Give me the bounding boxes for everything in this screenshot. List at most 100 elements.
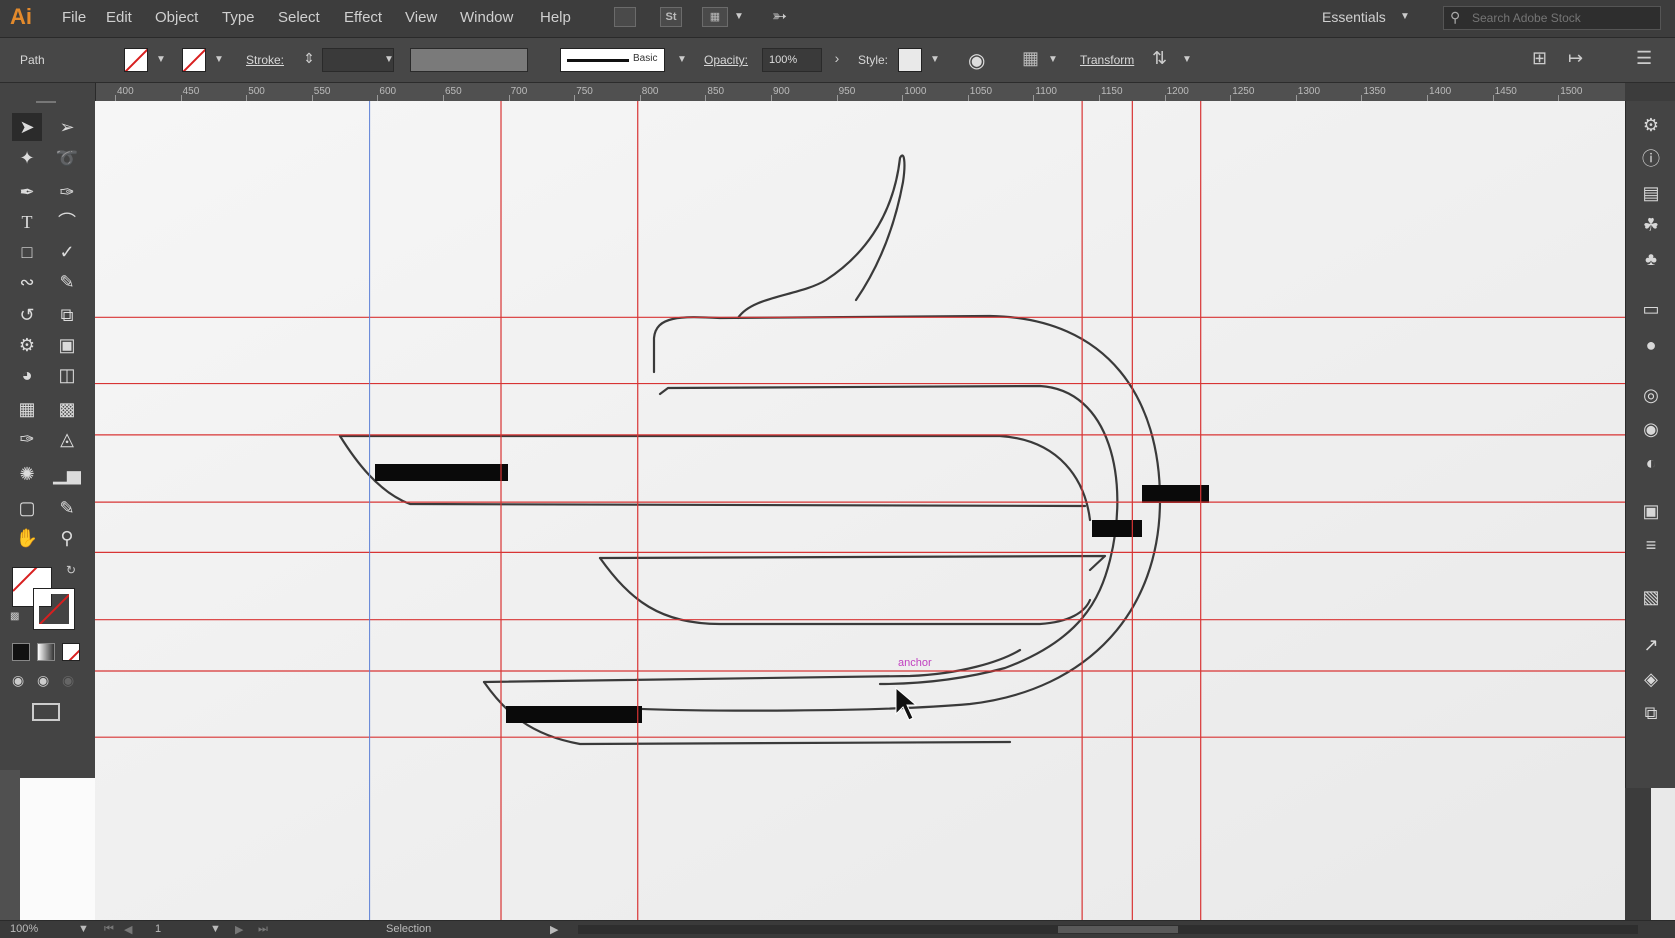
scale-tool[interactable]: ⧉ [52, 301, 82, 329]
vertical-ruler[interactable] [0, 770, 20, 920]
layers-icon[interactable]: ◈ [1639, 667, 1663, 691]
properties-icon[interactable]: ⚙ [1639, 113, 1663, 137]
isolate-icon[interactable]: ⊞ [1532, 48, 1547, 69]
curvature-tool[interactable]: ✑ [52, 178, 82, 206]
color-guide-icon[interactable]: ▭ [1639, 297, 1663, 321]
chevron-down-icon[interactable]: ▼ [928, 53, 942, 67]
gpu-performance-icon[interactable]: ➳ [772, 6, 787, 27]
swap-fill-stroke-icon[interactable]: ↻ [66, 563, 76, 577]
rectangle-tool[interactable]: □ [12, 238, 42, 266]
scrollbar-vertical[interactable] [1651, 788, 1675, 920]
direct-selection-tool[interactable]: ➢ [52, 113, 82, 141]
menu-edit[interactable]: Edit [106, 9, 132, 26]
menu-select[interactable]: Select [278, 9, 320, 26]
blend-tool[interactable]: ◬ [52, 425, 82, 453]
arrange-icon[interactable]: ↦ [1568, 48, 1583, 69]
paintbrush-tool[interactable]: ✓ [52, 238, 82, 266]
shape-builder-tool[interactable]: ◕ [12, 361, 42, 389]
artboards-icon[interactable]: ⧉ [1639, 701, 1663, 725]
chevron-right-icon[interactable]: ▶ [550, 923, 558, 936]
draw-behind-icon[interactable]: ◉ [37, 672, 49, 689]
menu-effect[interactable]: Effect [344, 9, 382, 26]
transform-link[interactable]: Transform [1080, 53, 1134, 67]
menu-window[interactable]: Window [460, 9, 513, 26]
graphic-styles-icon[interactable]: ◉ [1639, 417, 1663, 441]
chevron-down-icon[interactable]: ▼ [78, 923, 89, 935]
chevron-down-icon[interactable]: ▼ [154, 53, 168, 67]
search-input[interactable] [1472, 10, 1652, 26]
stroke-label[interactable]: Stroke: [246, 53, 284, 67]
fill-swatch[interactable] [124, 48, 148, 72]
align-icon[interactable]: ≡ [1639, 533, 1663, 557]
rotate-tool[interactable]: ↺ [12, 301, 42, 329]
type-tool[interactable]: T [12, 208, 42, 236]
next-artboard-icon[interactable]: ▶ [235, 923, 243, 936]
appearance-icon[interactable]: ◎ [1639, 383, 1663, 407]
menu-object[interactable]: Object [155, 9, 198, 26]
info-icon[interactable]: ⓘ [1639, 147, 1663, 171]
stroke-box[interactable] [33, 588, 75, 630]
chevron-down-icon[interactable]: ▼ [675, 53, 689, 67]
export-icon[interactable]: ↗ [1639, 633, 1663, 657]
gradient-mode-icon[interactable] [37, 643, 55, 661]
chevron-down-icon[interactable]: ▼ [734, 11, 744, 22]
lasso-tool[interactable]: ➰ [52, 144, 82, 172]
pathfinder-icon[interactable]: ▧ [1639, 585, 1663, 609]
slice-tool[interactable]: ✎ [52, 494, 82, 522]
warp-tool[interactable]: ⚙ [12, 331, 42, 359]
horizontal-ruler[interactable]: 400 450 500 550 600 650 700 750 800 850 900 950 1000… [95, 83, 1625, 102]
opacity-label[interactable]: Opacity: [704, 53, 748, 67]
panel-grip[interactable] [36, 101, 56, 103]
eyedropper-tool[interactable]: ✑ [12, 425, 42, 453]
menu-file[interactable]: File [62, 9, 86, 26]
stock-search[interactable]: ⚲ [1443, 6, 1661, 30]
workspace-switcher[interactable]: Essentials [1322, 9, 1386, 25]
chevron-down-icon[interactable]: ▼ [1180, 53, 1194, 67]
recolor-artwork-icon[interactable]: ◉ [968, 48, 985, 73]
mesh-tool[interactable]: ▦ [12, 395, 42, 423]
transform-icon[interactable]: ▣ [1639, 499, 1663, 523]
chevron-down-icon[interactable]: ▼ [1046, 53, 1060, 67]
screen-mode-icon[interactable] [32, 703, 60, 721]
hand-tool[interactable]: ✋ [12, 524, 42, 552]
swatches-icon[interactable]: ● [1639, 333, 1663, 357]
magic-wand-tool[interactable]: ✦ [12, 144, 42, 172]
club-icon[interactable]: ♣ [1639, 247, 1663, 271]
graphic-style-swatch[interactable] [898, 48, 922, 72]
stock-icon[interactable]: St [660, 7, 682, 27]
artwork-svg[interactable]: anchor [95, 101, 1625, 920]
column-graph-tool[interactable]: ▁▅ [52, 460, 82, 488]
chevron-down-icon[interactable]: ▼ [1400, 11, 1410, 22]
chevron-down-icon[interactable]: ▼ [210, 923, 221, 935]
free-transform-tool[interactable]: ▣ [52, 331, 82, 359]
chevron-right-icon[interactable]: › [830, 51, 844, 65]
zoom-level[interactable]: 100% [10, 923, 38, 935]
perspective-grid-tool[interactable]: ◫ [52, 361, 82, 389]
arrange-documents-icon[interactable]: ▦ [702, 7, 728, 27]
zoom-tool[interactable]: ⚲ [52, 524, 82, 552]
draw-inside-icon[interactable]: ◉ [62, 672, 74, 689]
stroke-swatch[interactable] [182, 48, 206, 72]
horizontal-scrollbar[interactable] [578, 925, 1638, 934]
default-colors-icon[interactable]: ▩ [10, 611, 19, 622]
flip-icon[interactable]: ⇅ [1152, 48, 1167, 69]
libraries-icon[interactable]: ▤ [1639, 181, 1663, 205]
selection-tool[interactable]: ➤ [12, 113, 42, 141]
none-mode-icon[interactable] [62, 643, 80, 661]
align-to-icon[interactable]: ▦ [1022, 48, 1039, 69]
menu-type[interactable]: Type [222, 9, 255, 26]
stroke-stepper-icon[interactable]: ⇕ [302, 51, 316, 65]
pasteboard[interactable] [20, 778, 95, 920]
gradient-tool[interactable]: ▩ [52, 395, 82, 423]
artboard-number[interactable]: 1 [155, 923, 161, 935]
eraser-tool[interactable]: ✎ [52, 268, 82, 296]
opacity-field[interactable]: 100% [762, 48, 822, 72]
scrollbar-thumb[interactable] [1058, 926, 1178, 933]
brush-definition[interactable]: Basic [560, 48, 665, 72]
previous-artboard-icon[interactable]: ◀ [124, 923, 132, 936]
artboard-canvas[interactable]: anchor [95, 101, 1625, 920]
shaper-tool[interactable]: ∾ [12, 268, 42, 296]
variable-width-profile[interactable] [410, 48, 528, 72]
pen-tool[interactable]: ✒ [12, 178, 42, 206]
color-mode-icon[interactable] [12, 643, 30, 661]
